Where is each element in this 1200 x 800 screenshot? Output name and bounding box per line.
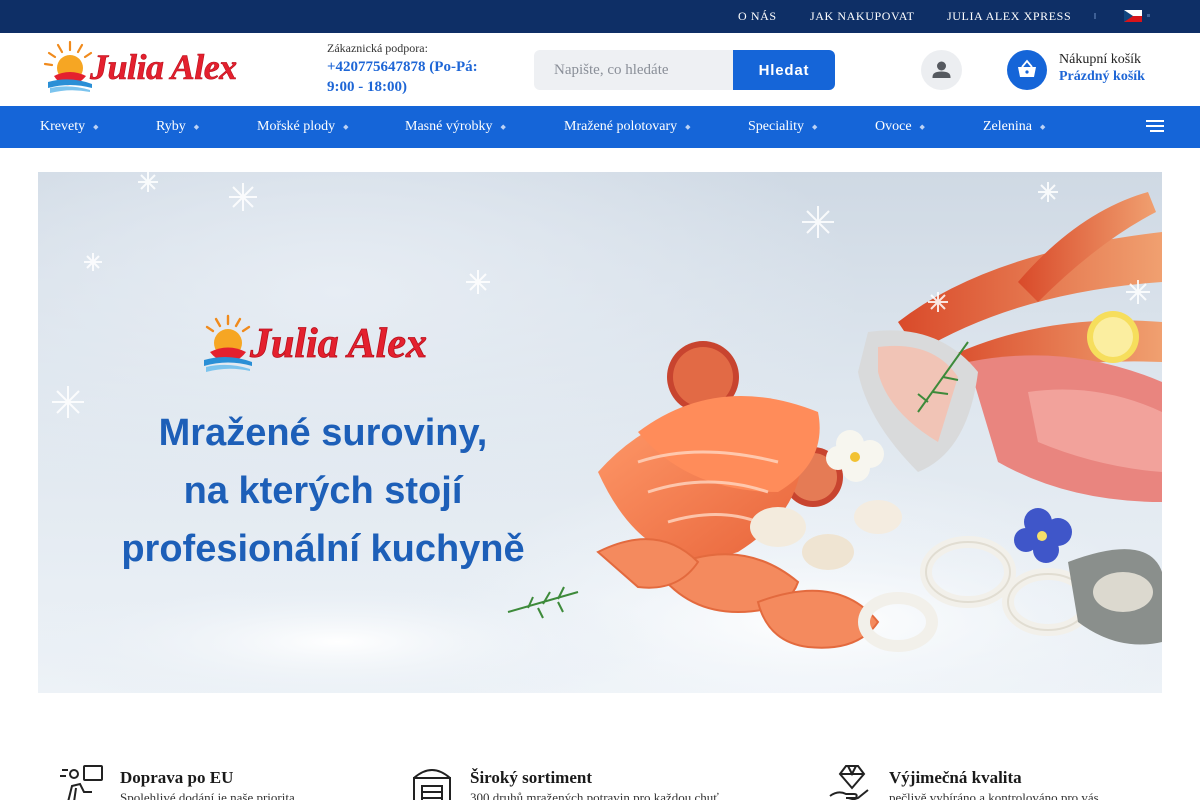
chevron-down-icon: ◆ bbox=[812, 122, 818, 131]
category-nav: Krevety ◆ Ryby ◆ Mořské plody ◆ Masné výrob… bbox=[0, 106, 1200, 148]
hero-logo-wordmark: Julia Alex bbox=[250, 321, 428, 368]
chevron-down-icon: ◆ bbox=[1039, 122, 1046, 131]
account-button[interactable] bbox=[921, 50, 962, 90]
nav-item-label: Speciality bbox=[748, 119, 804, 134]
feature-title-shipping: Doprava po EU bbox=[120, 768, 234, 787]
chevron-down-icon: ◆ bbox=[93, 122, 99, 131]
nav-item-label: Ovoce bbox=[875, 119, 912, 134]
chevron-down-icon: ◆ bbox=[343, 122, 349, 131]
hero-headline-line-3: profesionální kuchyně bbox=[121, 528, 525, 570]
link-how-to-buy[interactable]: JAK NAKUPOVAT bbox=[810, 9, 915, 24]
diamond-hand-icon bbox=[829, 765, 869, 800]
cart-status[interactable]: Prázdný košík bbox=[1059, 69, 1145, 85]
nav-item-label: Zelenina bbox=[983, 119, 1032, 134]
language-flag-cz-icon[interactable] bbox=[1124, 10, 1142, 22]
feature-desc-shipping: Spolehlivé dodání je naše priorita bbox=[120, 790, 295, 800]
nav-item-label: Mořské plody bbox=[257, 119, 336, 134]
link-julia-alex-xpress[interactable]: JULIA ALEX XPRESS bbox=[947, 9, 1071, 24]
feature-desc-assortment: 300 druhů mražených potravin pro každou … bbox=[470, 790, 719, 800]
cart-button[interactable] bbox=[1007, 50, 1047, 90]
chevron-down-icon: ◆ bbox=[193, 122, 200, 131]
hero-headline-line-2: na kterých stojí bbox=[183, 470, 463, 512]
nav-item-krevety[interactable]: Krevety ◆ bbox=[40, 119, 98, 135]
feature-title-quality: Výjimečná kvalita bbox=[889, 768, 1022, 787]
nav-item-morske-plody[interactable]: Mořské plody ◆ bbox=[257, 119, 349, 135]
divider bbox=[1094, 13, 1096, 19]
nav-item-zelenina[interactable]: Zelenina ◆ bbox=[983, 119, 1045, 135]
chevron-down-icon: ◆ bbox=[685, 122, 691, 131]
nav-item-ryby[interactable]: Ryby ◆ bbox=[156, 119, 199, 135]
nav-item-label: Masné výrobky bbox=[405, 119, 493, 134]
hero-headline-line-1: Mražené suroviny, bbox=[158, 412, 488, 454]
chevron-down-icon: ◆ bbox=[500, 122, 506, 131]
feature-desc-quality: pečlivě vybíráno a kontrolováno pro vás bbox=[889, 790, 1099, 800]
nav-item-label: Ryby bbox=[156, 119, 186, 134]
nav-item-label: Krevety bbox=[40, 119, 86, 134]
cart-label[interactable]: Nákupní košík bbox=[1059, 52, 1141, 68]
support-label: Zákaznická podpora: bbox=[327, 41, 428, 55]
nav-item-label: Mražené polotovary bbox=[564, 119, 678, 134]
nav-item-masne-vyrobky[interactable]: Masné výrobky ◆ bbox=[405, 119, 506, 135]
site-logo[interactable]: Julia Alex bbox=[40, 38, 260, 96]
user-icon bbox=[932, 61, 951, 78]
link-about[interactable]: O NÁS bbox=[738, 9, 777, 24]
sun-shrimp-logo-icon bbox=[204, 314, 252, 372]
search-button[interactable]: Hledat bbox=[733, 50, 835, 90]
top-bar: O NÁS JAK NAKUPOVAT JULIA ALEX XPRESS bbox=[0, 0, 1200, 33]
nav-item-ovoce[interactable]: Ovoce ◆ bbox=[875, 119, 925, 135]
feature-title-assortment: Široký sortiment bbox=[470, 768, 592, 787]
store-icon bbox=[413, 769, 451, 800]
chevron-down-icon: ◆ bbox=[919, 122, 925, 131]
delivery-icon bbox=[60, 765, 103, 800]
language-dropdown-icon[interactable] bbox=[1147, 14, 1150, 17]
support-phone[interactable]: +420775647878 (Po-Pá: 9:00 - 18:00) bbox=[327, 57, 507, 97]
hero-banner[interactable]: Julia Alex Mražené suroviny, na kterých … bbox=[38, 172, 1162, 693]
logo-wordmark: Julia Alex bbox=[90, 47, 238, 88]
nav-item-speciality[interactable]: Speciality ◆ bbox=[748, 119, 817, 135]
search-input[interactable] bbox=[534, 50, 734, 90]
hamburger-menu-icon[interactable] bbox=[1146, 120, 1164, 132]
basket-icon bbox=[1018, 59, 1036, 77]
nav-item-mrazene-polotovary[interactable]: Mražené polotovary ◆ bbox=[564, 119, 691, 135]
hero-logo: Julia Alex bbox=[198, 312, 468, 382]
